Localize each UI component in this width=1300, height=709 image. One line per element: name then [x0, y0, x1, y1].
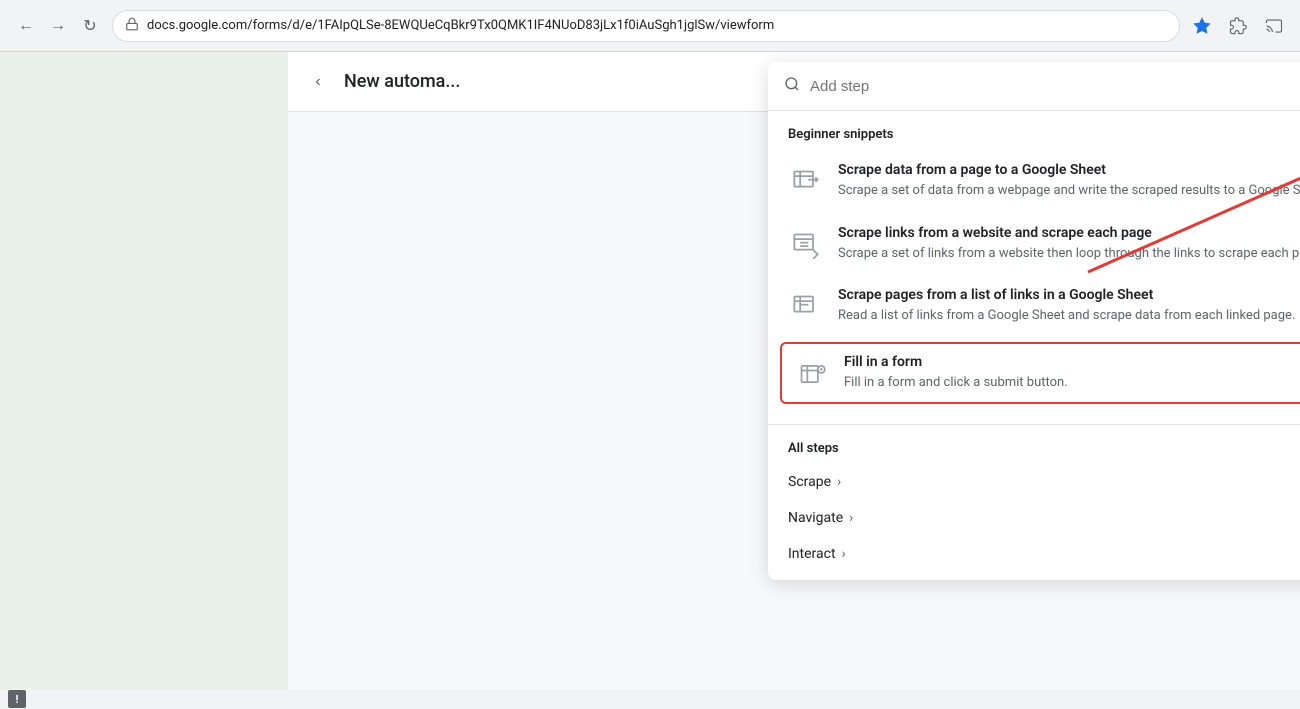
panel-body: Beginner snippets: [768, 111, 1300, 580]
bottom-bar: !: [0, 689, 1300, 709]
snippet-desc-1: Scrape a set of data from a webpage and …: [838, 181, 1300, 201]
snippet-desc-4: Fill in a form and click a submit button…: [844, 373, 1300, 393]
snippet-icon-3: [788, 289, 824, 325]
forward-button[interactable]: →: [44, 12, 72, 40]
snippet-item-4[interactable]: Fill in a form Fill in a form and click …: [780, 342, 1300, 405]
error-icon: !: [8, 690, 26, 708]
left-panel: [0, 52, 288, 709]
snippet-icon-1: [788, 164, 824, 200]
cast-button[interactable]: [1260, 12, 1288, 40]
snippet-title-3: Scrape pages from a list of links in a G…: [838, 287, 1300, 303]
snippet-title-1: Scrape data from a page to a Google Shee…: [838, 162, 1300, 178]
snippet-icon-2: [788, 227, 824, 263]
bookmark-button[interactable]: [1188, 12, 1216, 40]
navigate-chevron-icon: ›: [849, 510, 853, 526]
snippet-item-3[interactable]: Scrape pages from a list of links in a G…: [768, 275, 1300, 338]
category-interact-label: Interact: [788, 546, 836, 562]
secure-icon: [125, 17, 139, 35]
category-navigate[interactable]: Navigate ›: [768, 500, 1300, 536]
category-scrape-label: Scrape: [788, 474, 831, 490]
divider: [768, 424, 1300, 425]
snippet-title-2: Scrape links from a website and scrape e…: [838, 225, 1300, 241]
main-content: ‹ New automa... Save ⋮: [288, 52, 1300, 709]
toolbar-right: [1188, 12, 1288, 40]
extension-button[interactable]: [1224, 12, 1252, 40]
snippet-title-4: Fill in a form: [844, 354, 1300, 370]
all-steps-label: All steps: [768, 433, 1300, 464]
address-bar[interactable]: docs.google.com/forms/d/e/1FAIpQLSe-8EWQ…: [112, 10, 1180, 42]
snippet-item-2[interactable]: Scrape links from a website and scrape e…: [768, 213, 1300, 276]
search-icon: [784, 76, 800, 96]
browser-toolbar: ← → ↻ docs.google.com/forms/d/e/1FAIpQLS…: [0, 0, 1300, 52]
beginner-snippets-label: Beginner snippets: [768, 111, 1300, 150]
snippet-text-4: Fill in a form Fill in a form and click …: [844, 354, 1300, 393]
browser-frame: ← → ↻ docs.google.com/forms/d/e/1FAIpQLS…: [0, 0, 1300, 709]
all-steps-section: All steps Scrape › Navigate › Interact ›: [768, 408, 1300, 580]
page-content: ‹ New automa... Save ⋮: [0, 52, 1300, 709]
interact-chevron-icon: ›: [842, 546, 846, 562]
search-bar: [768, 62, 1300, 111]
category-scrape[interactable]: Scrape ›: [768, 464, 1300, 500]
snippet-text-3: Scrape pages from a list of links in a G…: [838, 287, 1300, 326]
snippet-desc-2: Scrape a set of links from a website the…: [838, 244, 1300, 264]
snippet-text-1: Scrape data from a page to a Google Shee…: [838, 162, 1300, 201]
category-interact[interactable]: Interact ›: [768, 536, 1300, 572]
scrape-chevron-icon: ›: [837, 474, 841, 490]
category-navigate-label: Navigate: [788, 510, 843, 526]
nav-buttons: ← → ↻: [12, 12, 104, 40]
snippet-text-2: Scrape links from a website and scrape e…: [838, 225, 1300, 264]
url-text: docs.google.com/forms/d/e/1FAIpQLSe-8EWQ…: [147, 18, 1167, 33]
reload-button[interactable]: ↻: [76, 12, 104, 40]
dropdown-panel: Beginner snippets: [768, 62, 1300, 580]
search-input[interactable]: [810, 78, 1300, 95]
snippet-item-1[interactable]: Scrape data from a page to a Google Shee…: [768, 150, 1300, 213]
snippet-icon-4: [794, 356, 830, 392]
back-button[interactable]: ←: [12, 12, 40, 40]
snippet-desc-3: Read a list of links from a Google Sheet…: [838, 306, 1300, 326]
app-back-button[interactable]: ‹: [304, 68, 332, 96]
